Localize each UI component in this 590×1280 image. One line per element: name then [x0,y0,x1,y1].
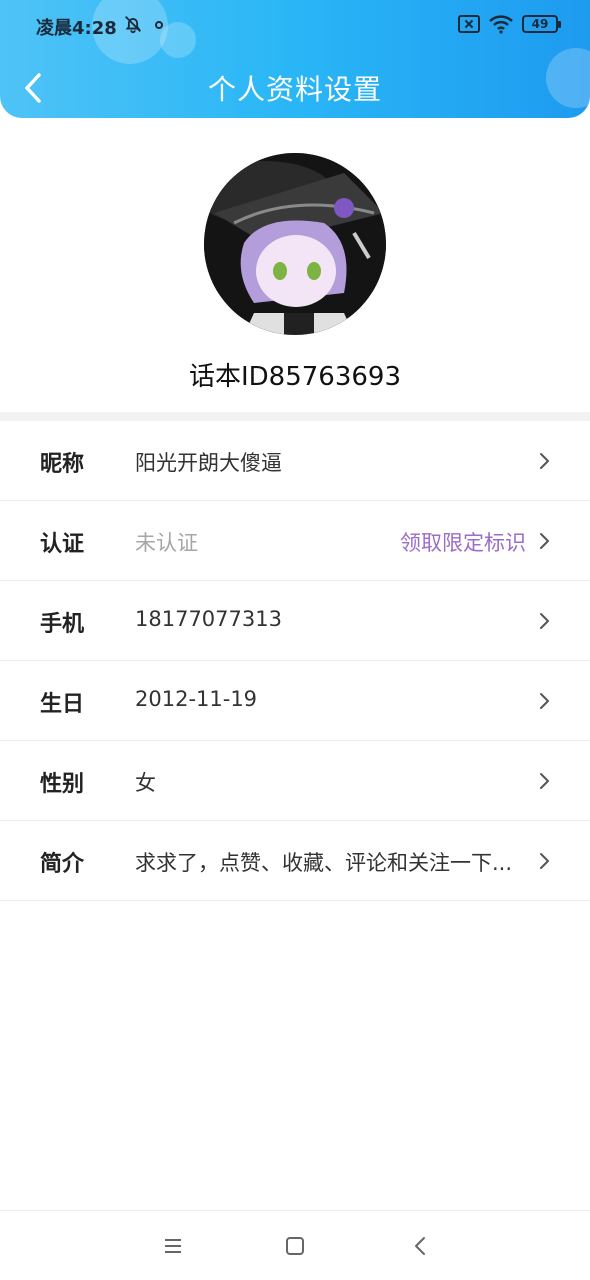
recent-apps-button[interactable] [158,1233,188,1259]
chevron-right-icon [540,853,549,869]
avatar-image [204,153,386,335]
chevron-right-icon [540,453,549,469]
claim-badge-link[interactable]: 领取限定标识 [400,527,526,557]
field-value: 2012-11-19 [135,687,258,711]
sim-off-icon [458,15,480,33]
field-label: 手机 [40,612,85,637]
field-value: 阳光开朗大傻逼 [135,451,282,475]
field-value: 18177077313 [135,607,282,631]
field-row-bio[interactable]: 简介 求求了，点赞、收藏、评论和关注一下... [0,821,590,901]
system-nav-bar [0,1210,590,1280]
field-label: 认证 [40,532,85,557]
field-label: 生日 [40,692,85,717]
chevron-right-icon [540,613,549,629]
profile-field-list: 昵称 阳光开朗大傻逼 认证 未认证 领取限定标识 手机 18177077313 … [0,421,590,901]
chevron-right-icon [540,773,549,789]
status-bar: 凌晨4:28 49 [0,0,590,52]
field-row-gender[interactable]: 性别 女 [0,741,590,821]
system-back-button[interactable] [405,1233,435,1259]
menu-icon [165,1239,181,1253]
field-value: 女 [135,771,156,795]
home-button[interactable] [280,1233,310,1259]
avatar[interactable] [204,153,386,335]
battery-icon: 49 [522,15,561,33]
notification-dot-icon [155,21,163,29]
field-label: 昵称 [40,452,85,477]
back-triangle-icon [415,1237,425,1255]
field-value: 求求了，点赞、收藏、评论和关注一下... [135,851,513,875]
header: 凌晨4:28 49 个人资料设置 [0,0,590,118]
wifi-icon [489,15,513,34]
field-row-birthday[interactable]: 生日 2012-11-19 [0,661,590,741]
field-row-nickname[interactable]: 昵称 阳光开朗大傻逼 [0,421,590,501]
field-label: 性别 [40,772,85,797]
section-divider [0,412,590,421]
home-square-icon [286,1237,304,1255]
status-time: 凌晨4:28 [36,18,117,39]
page-title: 个人资料设置 [207,73,382,106]
chevron-right-icon [540,533,549,549]
profile-id: 话本ID85763693 [188,362,402,392]
bell-off-icon [125,16,141,34]
field-row-verification[interactable]: 认证 未认证 领取限定标识 [0,501,590,581]
chevron-right-icon [540,693,549,709]
field-value: 未认证 [135,531,198,555]
field-row-phone[interactable]: 手机 18177077313 [0,581,590,661]
field-label: 简介 [40,852,85,877]
